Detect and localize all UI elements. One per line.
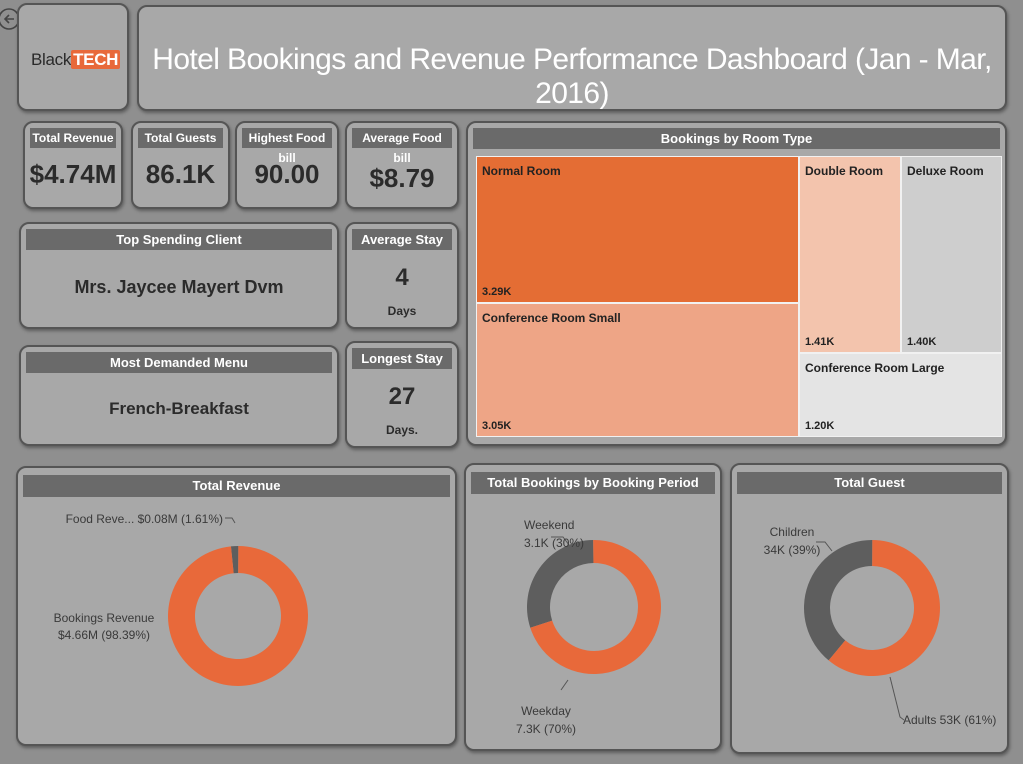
donut-slice-weekend[interactable]	[527, 540, 594, 628]
treemap-tile-double-room[interactable]: Double Room 1.41K	[799, 156, 901, 353]
kpi-total-revenue: Total Revenue $4.74M	[23, 121, 123, 209]
leader-line	[889, 676, 905, 721]
donut-label: Children	[770, 525, 815, 539]
top-client-name: Mrs. Jaycee Mayert Dvm	[74, 277, 284, 297]
kpi-total-guests: Total Guests 86.1K	[131, 121, 230, 209]
top-spending-client-card: Top Spending Client Mrs. Jaycee Mayert D…	[19, 222, 339, 329]
kpi-value: 90.00	[254, 159, 320, 189]
donut-label: Food Reve... $0.08M (1.61%)	[66, 512, 223, 526]
card-header: Most Demanded Menu	[26, 352, 332, 373]
page-title: Hotel Bookings and Revenue Performance D…	[152, 43, 992, 110]
treemap-tile-value: 1.40K	[907, 336, 937, 348]
treemap-tile-value: 3.05K	[482, 420, 512, 432]
treemap-tile-value: 3.29K	[482, 286, 512, 298]
logo-card: Black TECH	[17, 3, 129, 111]
bookings-by-room-type-card: Bookings by Room Type Normal Room 3.29K Co…	[466, 121, 1007, 446]
total-guest-chart-card: Total Guest Children 34K (39%) Adults 53K …	[730, 463, 1009, 754]
leader-line	[225, 517, 236, 524]
treemap-tile-label: Conference Room Small	[482, 311, 621, 325]
total-revenue-chart-card: Total Revenue Food Reve... $0.08M (1.61%…	[16, 466, 457, 746]
treemap-tile-normal-room[interactable]: Normal Room 3.29K	[476, 156, 799, 303]
donut-label: 7.3K (70%)	[516, 722, 576, 736]
total-revenue-donut: Food Reve... $0.08M (1.61%) Bookings Reve…	[54, 512, 308, 686]
kpi-label: Average Food bill	[352, 128, 452, 165]
donut-label: Weekend	[524, 518, 574, 532]
donut-label: 3.1K (30%)	[524, 536, 584, 550]
logo-text-tech: TECH	[71, 50, 121, 69]
kpi-average-food-bill: Average Food bill $8.79	[345, 121, 459, 209]
average-stay-unit: Days	[387, 304, 417, 318]
longest-stay-value: 27	[388, 383, 416, 410]
logo-text-black: Black	[31, 50, 72, 69]
kpi-value: $8.79	[369, 163, 435, 193]
kpi-label: Highest Food bill	[242, 128, 332, 165]
treemap-tile-label: Normal Room	[482, 164, 561, 178]
average-stay-card: Average Stay 4 Days	[345, 222, 459, 329]
donut-label: Bookings Revenue	[54, 611, 155, 625]
most-demanded-menu-card: Most Demanded Menu French-Breakfast	[19, 345, 339, 446]
menu-value: French-Breakfast	[109, 399, 249, 418]
longest-stay-unit: Days.	[385, 423, 419, 437]
bookings-by-period-chart-card: Total Bookings by Booking Period Weekend…	[464, 463, 722, 751]
total-guest-donut: Children 34K (39%) Adults 53K (61%)	[764, 525, 997, 727]
leader-line	[560, 679, 569, 691]
treemap-tile-value: 1.41K	[805, 336, 835, 348]
card-header: Longest Stay	[352, 348, 452, 369]
brand-logo: Black TECH	[31, 50, 121, 70]
treemap-tile-label: Deluxe Room	[907, 164, 984, 178]
average-stay-value: 4	[395, 264, 409, 291]
kpi-value: 86.1K	[145, 159, 216, 189]
treemap-tile-value: 1.20K	[805, 420, 835, 432]
chart-title: Bookings by Room Type	[473, 128, 1000, 149]
donut-label: 34K (39%)	[764, 543, 821, 557]
treemap-tile-conference-room-large[interactable]: Conference Room Large 1.20K	[799, 353, 1002, 437]
treemap-tile-deluxe-room[interactable]: Deluxe Room 1.40K	[901, 156, 1002, 353]
donut-label: Weekday	[521, 704, 571, 718]
bookings-by-period-donut: Weekend 3.1K (30%) Weekday 7.3K (70%)	[516, 518, 661, 736]
donut-label: $4.66M (98.39%)	[58, 628, 150, 642]
kpi-highest-food-bill: Highest Food bill 90.00	[235, 121, 339, 209]
kpi-label: Total Revenue	[30, 128, 116, 148]
donut-slice-children[interactable]	[804, 540, 873, 661]
treemap-tile-label: Double Room	[805, 164, 883, 178]
donut-label: Adults 53K (61%)	[903, 713, 996, 727]
card-header: Top Spending Client	[26, 229, 332, 250]
kpi-value: $4.74M	[29, 159, 117, 189]
treemap-tile-label: Conference Room Large	[805, 361, 945, 375]
treemap-tile-conference-room-small[interactable]: Conference Room Small 3.05K	[476, 303, 799, 437]
kpi-label: Total Guests	[138, 128, 223, 148]
title-card: Hotel Bookings and Revenue Performance D…	[137, 5, 1007, 111]
longest-stay-card: Longest Stay 27 Days.	[345, 341, 459, 448]
card-header: Average Stay	[352, 229, 452, 250]
